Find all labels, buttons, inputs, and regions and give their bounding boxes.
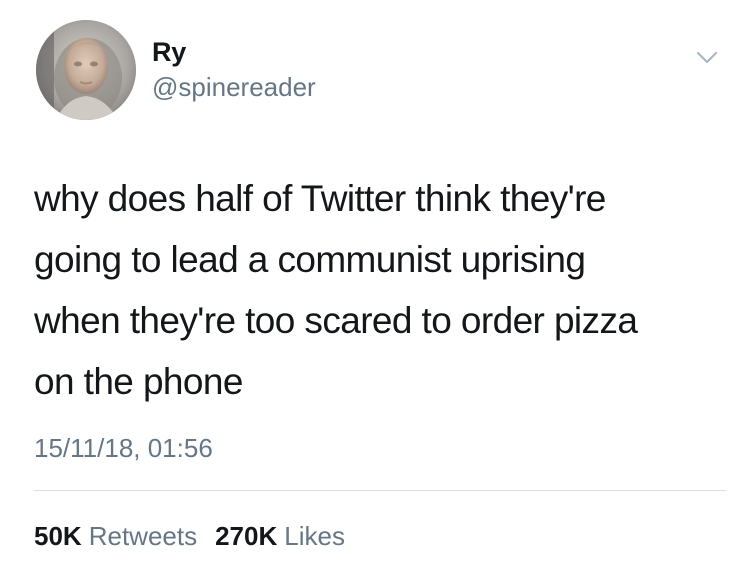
likes-stat[interactable]: 270K Likes (215, 520, 345, 552)
user-info[interactable]: Ry @spinereader (152, 36, 316, 103)
display-name[interactable]: Ry (152, 36, 316, 68)
divider (34, 490, 726, 491)
likes-label: Likes (284, 521, 345, 551)
tweet-timestamp[interactable]: 15/11/18, 01:56 (34, 432, 213, 464)
avatar-photo-icon (36, 20, 136, 120)
avatar[interactable] (36, 20, 136, 120)
retweets-label: Retweets (88, 521, 198, 551)
chevron-down-icon[interactable] (694, 44, 720, 70)
retweets-count: 50K (34, 521, 82, 551)
retweets-stat[interactable]: 50K Retweets (34, 520, 197, 552)
tweet-stats: 50K Retweets 270K Likes (34, 520, 363, 552)
likes-count: 270K (215, 521, 278, 551)
user-handle[interactable]: @spinereader (152, 71, 316, 103)
tweet-text: why does half of Twitter think they're g… (34, 178, 638, 402)
tweet-card: Ry @spinereader why does half of Twitter… (0, 0, 750, 572)
